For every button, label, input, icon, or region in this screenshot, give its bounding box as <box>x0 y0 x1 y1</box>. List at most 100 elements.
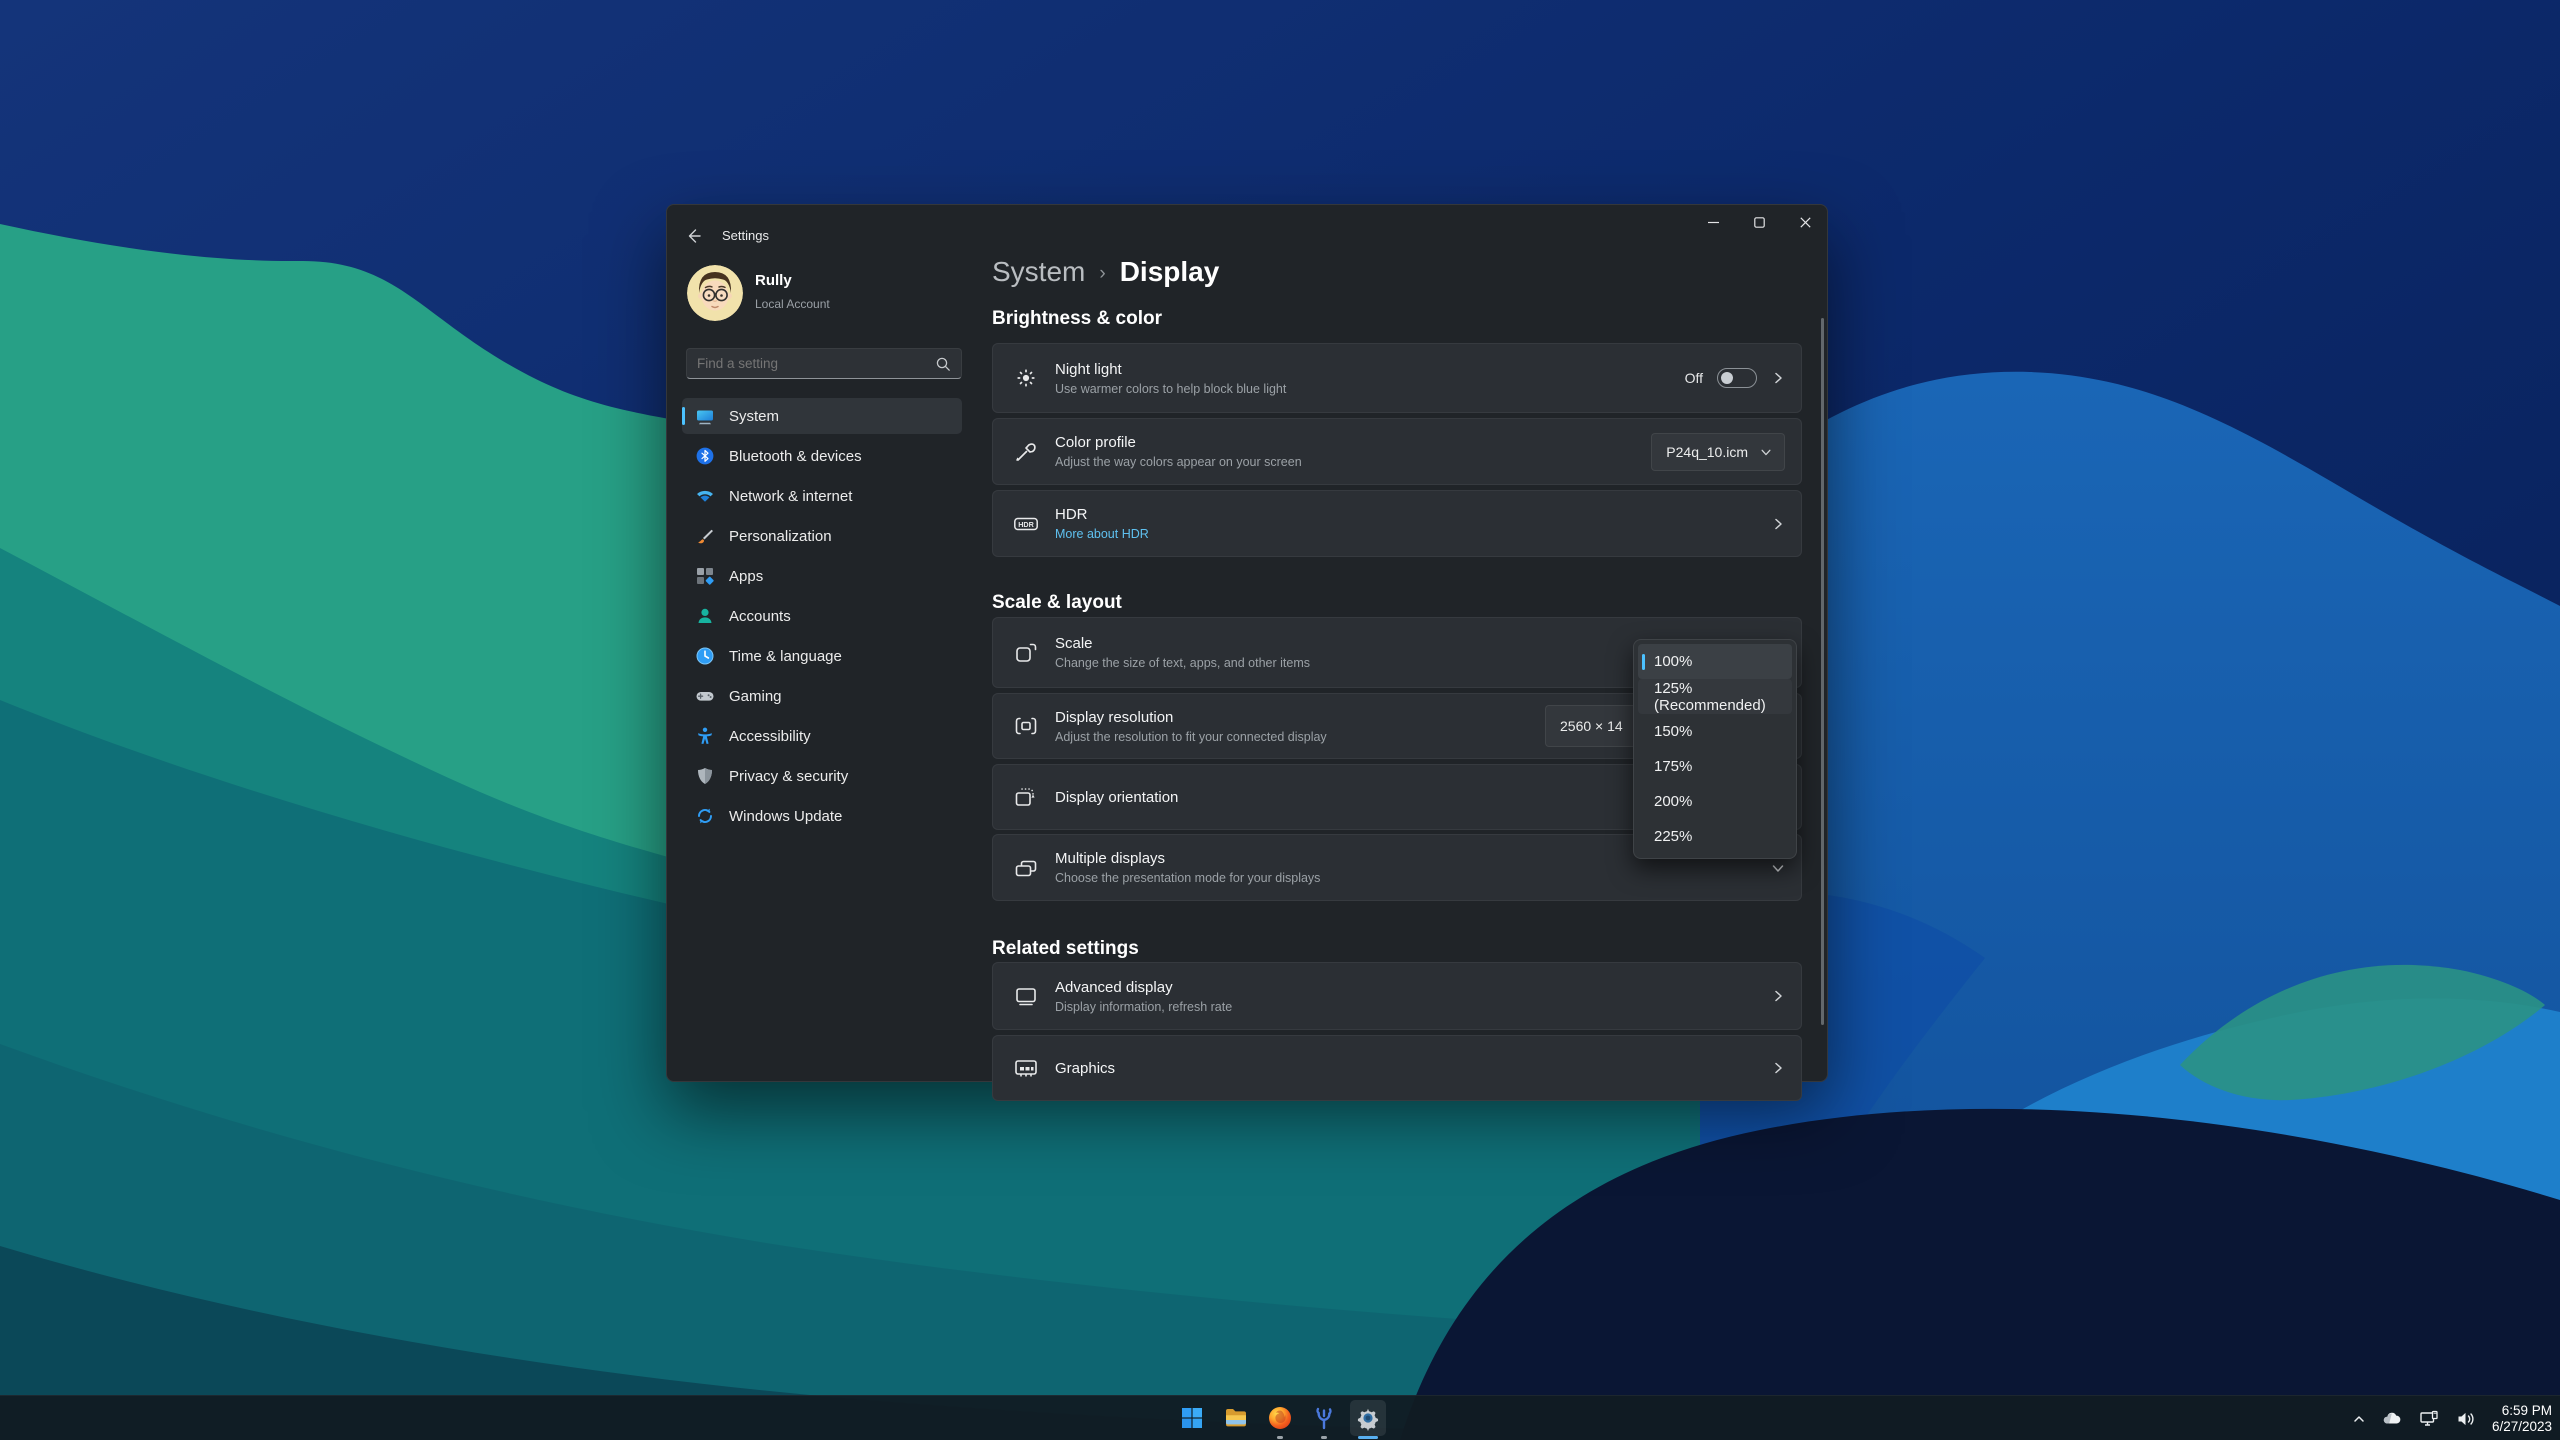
scrollbar[interactable] <box>1821 318 1824 1025</box>
sidebar-item-windows-update[interactable]: Windows Update <box>682 798 962 834</box>
color-profile-value: P24q_10.icm <box>1666 444 1748 460</box>
scale-option-150[interactable]: 150% <box>1638 714 1792 749</box>
night-light-toggle[interactable] <box>1717 368 1757 388</box>
multiple-displays-subtitle: Choose the presentation mode for your di… <box>1055 871 1771 885</box>
chevron-right-icon <box>1771 517 1785 531</box>
breadcrumb: System › Display <box>992 256 1219 288</box>
volume-icon[interactable] <box>2455 1408 2477 1430</box>
multiple-displays-icon <box>1013 855 1039 881</box>
sidebar-item-gaming[interactable]: Gaming <box>682 678 962 714</box>
coral-app-button[interactable] <box>1306 1400 1342 1436</box>
scale-option-200[interactable]: 200% <box>1638 784 1792 819</box>
shield-icon <box>695 766 715 786</box>
night-light-title: Night light <box>1055 361 1685 378</box>
sidebar-item-label: Privacy & security <box>729 768 848 785</box>
caption-buttons <box>1690 204 1828 240</box>
firefox-icon <box>1267 1405 1293 1431</box>
night-light-row[interactable]: Night light Use warmer colors to help bl… <box>992 343 1802 413</box>
display-resolution-title: Display resolution <box>1055 709 1545 726</box>
section-scale-layout: Scale & layout <box>992 592 1592 614</box>
display-resolution-subtitle: Adjust the resolution to fit your connec… <box>1055 730 1545 744</box>
running-indicator <box>1321 1436 1327 1439</box>
firefox-button[interactable] <box>1262 1400 1298 1436</box>
onedrive-icon[interactable] <box>2381 1408 2403 1430</box>
sidebar-item-time-language[interactable]: Time & language <box>682 638 962 674</box>
advanced-display-title: Advanced display <box>1055 979 1771 996</box>
clock[interactable]: 6:59 PM 6/27/2023 <box>2492 1403 2552 1435</box>
gear-icon <box>1355 1405 1381 1431</box>
user-account-type: Local Account <box>755 297 830 311</box>
color-profile-subtitle: Adjust the way colors appear on your scr… <box>1055 455 1651 469</box>
sidebar-item-system[interactable]: System <box>682 398 962 434</box>
maximize-button[interactable] <box>1736 204 1782 240</box>
toggle-state-label: Off <box>1685 370 1703 386</box>
tray-date: 6/27/2023 <box>2492 1419 2552 1435</box>
graphics-icon <box>1013 1055 1039 1081</box>
scale-option-225[interactable]: 225% <box>1638 819 1792 854</box>
wifi-icon <box>695 486 715 506</box>
chevron-down-icon <box>1771 861 1785 875</box>
sidebar-item-network[interactable]: Network & internet <box>682 478 962 514</box>
scale-option-125-recommended[interactable]: 125% (Recommended) <box>1638 679 1792 714</box>
graphics-row[interactable]: Graphics <box>992 1035 1802 1101</box>
sidebar-item-privacy[interactable]: Privacy & security <box>682 758 962 794</box>
breadcrumb-root[interactable]: System <box>992 256 1085 288</box>
clock-icon <box>695 646 715 666</box>
display-resolution-value: 2560 × 14 <box>1560 718 1623 734</box>
sidebar-item-personalization[interactable]: Personalization <box>682 518 962 554</box>
sidebar-item-bluetooth[interactable]: Bluetooth & devices <box>682 438 962 474</box>
more-about-hdr-link[interactable]: More about HDR <box>1055 527 1771 541</box>
selected-indicator <box>682 407 685 425</box>
settings-app-button[interactable] <box>1350 1400 1386 1436</box>
tray-chevron-up-icon[interactable] <box>2352 1412 2366 1426</box>
scale-option-175[interactable]: 175% <box>1638 749 1792 784</box>
window-title: Settings <box>722 228 769 243</box>
search-icon <box>935 356 951 372</box>
advanced-display-row[interactable]: Advanced display Display information, re… <box>992 962 1802 1030</box>
search-box[interactable] <box>686 348 962 379</box>
running-indicator <box>1277 1436 1283 1439</box>
eyedropper-icon <box>1013 439 1039 465</box>
hdr-icon: HDR <box>1013 511 1039 537</box>
coral-icon <box>1312 1406 1336 1430</box>
file-explorer-button[interactable] <box>1218 1400 1254 1436</box>
sidebar-item-accessibility[interactable]: Accessibility <box>682 718 962 754</box>
advanced-display-icon <box>1013 983 1039 1009</box>
brush-icon <box>695 526 715 546</box>
hdr-row[interactable]: HDR HDR More about HDR <box>992 490 1802 557</box>
color-profile-row: Color profile Adjust the way colors appe… <box>992 418 1802 485</box>
sidebar-item-label: Bluetooth & devices <box>729 448 862 465</box>
sidebar-item-accounts[interactable]: Accounts <box>682 598 962 634</box>
sidebar-item-label: Gaming <box>729 688 782 705</box>
page-title: Display <box>1120 256 1220 288</box>
windows-logo-icon <box>1180 1406 1204 1430</box>
chevron-right-icon <box>1771 1061 1785 1075</box>
sidebar-item-label: Time & language <box>729 648 842 665</box>
folder-icon <box>1223 1405 1249 1431</box>
desktop: Settings Rully <box>0 0 2560 1440</box>
system-tray: 6:59 PM 6/27/2023 <box>2352 1396 2552 1440</box>
color-profile-dropdown[interactable]: P24q_10.icm <box>1651 433 1785 471</box>
chevron-right-icon <box>1771 989 1785 1003</box>
bluetooth-icon <box>695 446 715 466</box>
taskbar-center <box>1174 1400 1386 1436</box>
sidebar-item-apps[interactable]: Apps <box>682 558 962 594</box>
hdr-title: HDR <box>1055 506 1771 523</box>
system-icon <box>695 406 715 426</box>
advanced-display-subtitle: Display information, refresh rate <box>1055 1000 1771 1014</box>
avatar[interactable] <box>687 265 743 321</box>
taskbar: 6:59 PM 6/27/2023 <box>0 1395 2560 1440</box>
minimize-button[interactable] <box>1690 204 1736 240</box>
scale-option-100[interactable]: 100% <box>1638 644 1792 679</box>
network-icon[interactable] <box>2418 1408 2440 1430</box>
accessibility-icon <box>695 726 715 746</box>
user-name: Rully <box>755 272 792 289</box>
start-button[interactable] <box>1174 1400 1210 1436</box>
back-button[interactable] <box>684 226 704 246</box>
section-related-settings: Related settings <box>992 938 1592 960</box>
sidebar-item-label: Windows Update <box>729 808 842 825</box>
person-icon <box>695 606 715 626</box>
apps-icon <box>695 566 715 586</box>
search-input[interactable] <box>687 356 935 371</box>
close-button[interactable] <box>1782 204 1828 240</box>
